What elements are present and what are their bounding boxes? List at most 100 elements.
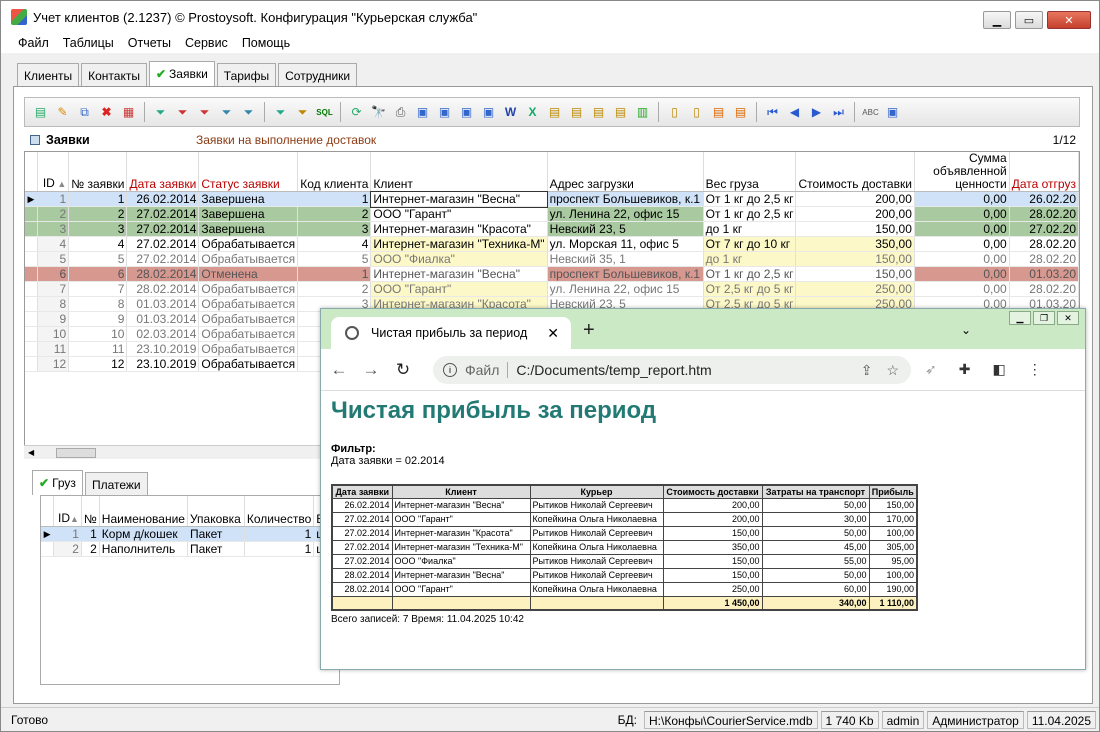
table-cell[interactable]: ул. Ленина 22, офис 15 [547,281,704,297]
scroll-left-icon[interactable]: ◀ [28,448,34,457]
word-icon[interactable]: W [501,103,520,122]
row-indicator[interactable] [25,326,38,342]
table-cell[interactable]: 23.10.2019 [126,356,200,372]
col-client[interactable]: Клиент [370,152,548,192]
cargo-col-number[interactable]: № [81,496,100,527]
filter-group-icon[interactable]: ⏷ [293,103,312,122]
last-record-icon[interactable]: ⏭ [829,103,848,122]
report4-icon[interactable]: ▤ [731,103,750,122]
table-cell[interactable]: 250,00 [795,281,915,297]
table-cell[interactable]: 4 [37,236,70,252]
filter-save-icon[interactable]: ⏷ [239,103,258,122]
table-cell[interactable]: Обрабатывается [198,311,299,327]
tab-payments[interactable]: Платежи [84,472,148,495]
tab-employees[interactable]: Сотрудники [278,63,358,86]
table-cell[interactable]: 2 [297,281,372,297]
table-row[interactable]: ▶11Корм д/кошекПакет1шт [41,526,339,542]
table-cell[interactable]: 11 [37,341,70,357]
table-cell[interactable]: 150,00 [795,221,915,237]
table-cell[interactable]: ООО "Фиалка" [370,251,548,267]
bookmark-star-icon[interactable]: ☆ [886,362,899,379]
menu-service[interactable]: Сервис [178,33,235,53]
table-cell[interactable]: 0,00 [914,236,1010,252]
table-cell[interactable]: 02.03.2014 [126,326,200,342]
table-cell[interactable]: 10 [37,326,70,342]
table-cell[interactable]: 01.03.2014 [126,311,200,327]
table-cell[interactable]: 12 [37,356,70,372]
export-html-icon[interactable]: ▤ [545,103,564,122]
table-cell[interactable]: 27.02.2014 [126,206,200,222]
minimize-button[interactable]: ▁ [983,11,1011,29]
excel-icon[interactable]: X [523,103,542,122]
table-cell[interactable]: 7 [37,281,70,297]
table-cell[interactable]: до 1 кг [703,221,797,237]
find-icon[interactable]: 🔭 [369,103,388,122]
row-indicator[interactable] [25,356,38,372]
table-cell[interactable]: 1 [244,526,315,542]
table-cell[interactable]: Обрабатывается [198,236,299,252]
table-cell[interactable]: 2 [81,541,100,557]
export-csv-icon[interactable]: ▤ [611,103,630,122]
table-cell[interactable]: проспект Большевиков, к.1 [547,191,704,207]
back-icon[interactable]: ← [325,360,353,380]
table-cell[interactable]: 0,00 [914,206,1010,222]
maximize-button[interactable]: ▭ [1015,11,1043,29]
table-cell[interactable]: От 1 кг до 2,5 кг [703,266,797,282]
settings-icon[interactable]: ▣ [883,103,902,122]
table-cell[interactable]: Корм д/кошек [99,526,188,542]
table-cell[interactable]: 3 [37,221,70,237]
table-cell[interactable]: Интернет-магазин "Весна" [370,266,548,282]
tab-cargo[interactable]: ✔ Груз [32,470,83,495]
table-cell[interactable]: 11 [68,341,128,357]
table-cell[interactable]: ул. Ленина 22, офис 15 [547,206,704,222]
table-cell[interactable]: Отменена [198,266,299,282]
table-cell[interactable]: 1 [297,191,372,207]
table-cell[interactable]: Обрабатывается [198,281,299,297]
col-ship-date[interactable]: Дата отгруз [1009,152,1079,192]
browser-close-button[interactable]: ✕ [1057,311,1079,325]
close-button[interactable]: ✕ [1047,11,1091,29]
table-cell[interactable]: Интернет-магазин "Техника-М" [370,236,548,252]
row-indicator[interactable]: ▶ [25,191,38,207]
table-cell[interactable]: От 1 кг до 2,5 кг [703,206,797,222]
prev-record-icon[interactable]: ◀ [785,103,804,122]
col-cost[interactable]: Стоимость доставки [795,152,915,192]
print-icon[interactable]: ⎙ [391,103,410,122]
filter-edit-icon[interactable]: ⏷ [217,103,236,122]
table-cell[interactable]: 28.02.20 [1009,251,1079,267]
table-row[interactable]: 22НаполнительПакет1шт [41,541,339,557]
table-cell[interactable]: 4 [68,236,128,252]
table-cell[interactable]: 0,00 [914,191,1010,207]
table-cell[interactable]: Обрабатывается [198,251,299,267]
table-cell[interactable]: 1 [68,191,128,207]
table-cell[interactable]: Завершена [198,206,299,222]
row-indicator[interactable] [25,341,38,357]
close-tab-icon[interactable]: ✕ [547,325,559,342]
table-cell[interactable]: 12 [68,356,128,372]
cargo-col-qty[interactable]: Количество [244,496,315,527]
table-cell[interactable]: 350,00 [795,236,915,252]
table-cell[interactable]: 3 [68,221,128,237]
tab-clients[interactable]: Клиенты [17,63,80,86]
table-cell[interactable]: 1 [53,526,82,542]
col-client-code[interactable]: Код клиента [297,152,372,192]
table-cell[interactable]: 1 [81,526,100,542]
table-cell[interactable]: 28.02.2014 [126,266,200,282]
table-cell[interactable]: 6 [37,266,70,282]
forward-icon[interactable]: → [357,360,385,380]
row-indicator[interactable] [25,251,38,267]
col-date[interactable]: Дата заявки [126,152,200,192]
table-row[interactable]: 4 4 27.02.2014 Обрабатывается 4 Интернет-мага… [25,236,1079,252]
preview-icon[interactable]: ▣ [413,103,432,122]
table-cell[interactable]: 1 [297,266,372,282]
filter-advanced-icon[interactable]: ⏷ [271,103,290,122]
table-cell[interactable]: проспект Большевиков, к.1 [547,266,704,282]
tab-orders[interactable]: ✔ Заявки [148,61,215,86]
table-cell[interactable]: 26.02.2014 [126,191,200,207]
col-id[interactable]: ID ▲ [37,152,70,192]
col-declared-value[interactable]: Сумма объявленной ценности [914,152,1010,192]
table-row[interactable]: 5 5 27.02.2014 Обрабатывается 5 ООО "Фиалка" Н… [25,251,1079,267]
table-cell[interactable]: до 1 кг [703,251,797,267]
table-cell[interactable]: Завершена [198,221,299,237]
table-cell[interactable]: Завершена [198,191,299,207]
